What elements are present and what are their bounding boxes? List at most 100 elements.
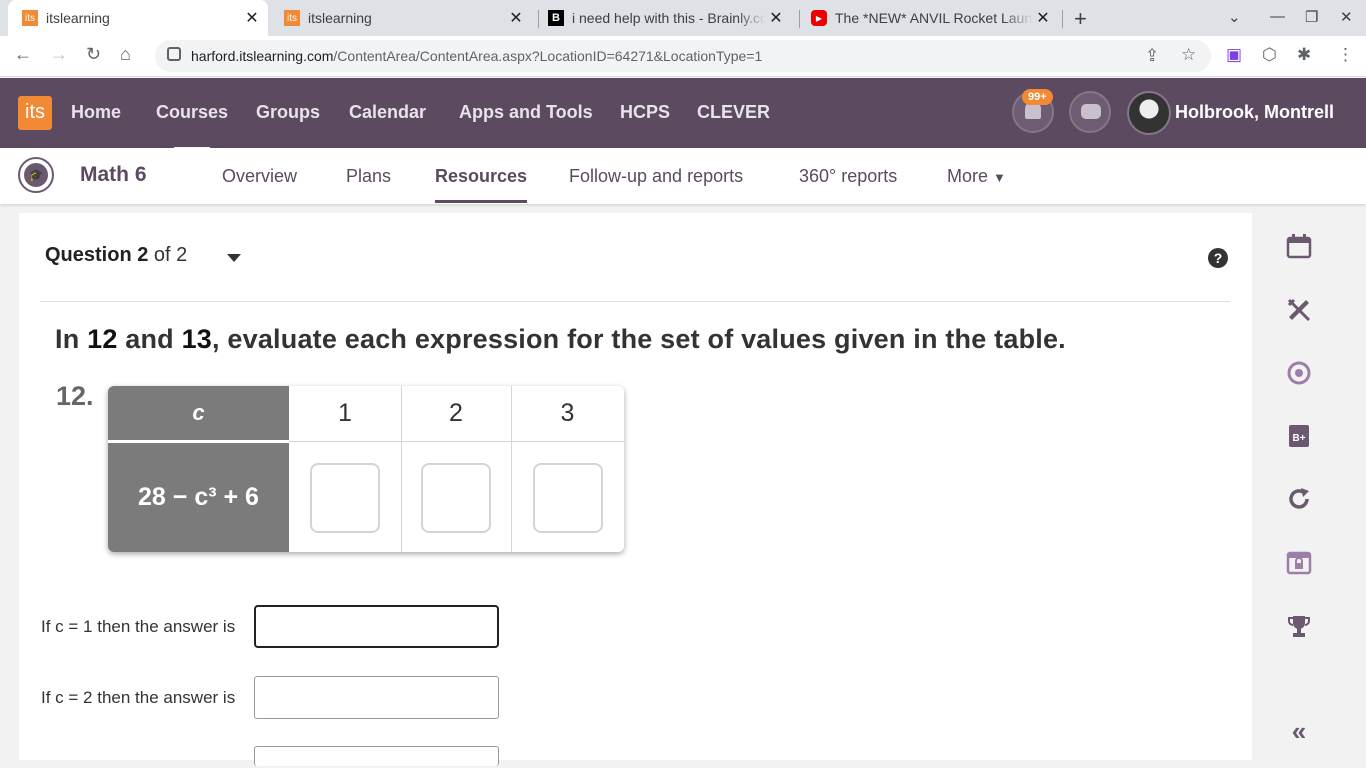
value-cell: 1 — [338, 398, 352, 427]
nav-apps-and-tools[interactable]: Apps and Tools — [459, 102, 593, 123]
tab-360-reports[interactable]: 360° reports — [799, 166, 897, 187]
address-bar[interactable]: harford.itslearning.com/ContentArea/Cont… — [155, 40, 1211, 72]
reload-icon[interactable]: ↻ — [86, 44, 101, 65]
nav-calendar[interactable]: Calendar — [349, 102, 426, 123]
question-of-total: of 2 — [153, 244, 188, 266]
grid-line — [511, 386, 512, 552]
tab-resources[interactable]: Resources — [435, 166, 528, 203]
blank-box — [421, 462, 491, 533]
close-window-icon[interactable]: ✕ — [1340, 8, 1353, 26]
grade-book-icon[interactable]: B+ — [1286, 423, 1312, 449]
chat-bubble-icon — [1081, 104, 1101, 119]
tab-follow-up-and-reports[interactable]: Follow-up and reports — [569, 166, 743, 187]
url-text: harford.itslearning.com/ContentArea/Cont… — [191, 48, 763, 64]
item-number: 12. — [56, 381, 94, 411]
share-icon[interactable]: ⇪ — [1145, 46, 1159, 66]
tools-icon[interactable] — [1286, 297, 1312, 323]
blank-box — [532, 462, 603, 533]
browser-tab-brainly[interactable]: B i need help with this - Brainly.com ✕ — [540, 0, 792, 36]
course-icon[interactable]: 🎓 — [18, 157, 54, 193]
question-instruction: In 12 and 13, evaluate each expression f… — [55, 324, 1066, 354]
answer-input-c2[interactable] — [254, 676, 499, 719]
course-bar: 🎓 Math 6 Overview Plans Resources Follow… — [0, 148, 1366, 204]
user-name[interactable]: Holbrook, Montrell — [1175, 102, 1334, 123]
collapse-icon[interactable]: « — [1286, 716, 1312, 746]
tab-title: i need help with this - Brainly.com — [572, 10, 766, 26]
right-rail: B+ « — [1262, 213, 1366, 760]
browser-tabstrip: its itslearning ✕ its itslearning ✕ B i … — [0, 0, 1366, 36]
svg-text:B+: B+ — [1292, 433, 1305, 444]
expression-cell: 28 − c³ + 6 — [108, 443, 289, 552]
answer-input-c3-partial[interactable] — [254, 746, 499, 766]
divider — [40, 301, 1230, 302]
help-icon[interactable]: ? — [1208, 248, 1228, 268]
question-dropdown-icon[interactable] — [227, 254, 241, 262]
locked-page-icon[interactable] — [1286, 550, 1312, 576]
close-tab-icon[interactable]: ✕ — [1033, 8, 1053, 28]
forward-icon[interactable]: → — [50, 44, 68, 65]
new-tab-icon[interactable]: + — [1074, 6, 1087, 32]
tab-separator — [1062, 10, 1063, 28]
browser-tab-youtube[interactable]: ▶ The *NEW* ANVIL Rocket Launcher ✕ — [803, 0, 1059, 36]
nav-groups[interactable]: Groups — [256, 102, 320, 123]
brainly-favicon-icon: B — [548, 10, 564, 26]
calendar-icon[interactable] — [1286, 233, 1312, 259]
close-tab-icon[interactable]: ✕ — [766, 8, 786, 28]
its-logo[interactable]: its — [18, 96, 52, 130]
tab-separator — [538, 10, 539, 28]
grid-line — [401, 386, 402, 552]
grid-line — [289, 441, 624, 442]
target-icon[interactable] — [1286, 360, 1312, 386]
browser-toolbar: ← → ↻ ⌂ harford.itslearning.com/ContentA… — [0, 36, 1366, 77]
site-info-icon[interactable] — [167, 47, 181, 61]
extension-shield-icon[interactable]: ⬡ — [1262, 45, 1277, 65]
nav-clever[interactable]: CLEVER — [697, 102, 770, 123]
answer-prompt-2: If c = 2 then the answer is — [41, 688, 236, 707]
browser-menu-icon[interactable]: ⋮ — [1337, 45, 1354, 65]
tab-more[interactable]: More ▼ — [947, 166, 1006, 187]
nav-home[interactable]: Home — [71, 102, 121, 123]
youtube-favicon-icon: ▶ — [811, 10, 827, 26]
bookmark-star-icon[interactable]: ☆ — [1181, 45, 1196, 65]
back-icon[interactable]: ← — [14, 44, 32, 65]
tab-overview[interactable]: Overview — [222, 166, 297, 187]
minimize-icon[interactable]: — — [1270, 8, 1285, 25]
answer-prompt-1: If c = 1 then the answer is — [41, 617, 236, 636]
close-tab-icon[interactable]: ✕ — [242, 8, 262, 28]
variable-header: c — [108, 386, 289, 440]
tab-title: itslearning — [46, 10, 110, 26]
question-number: 2 — [137, 244, 149, 266]
its-favicon-icon: its — [22, 10, 38, 26]
tab-more-label: More — [947, 166, 989, 186]
nav-hcps[interactable]: HCPS — [620, 102, 670, 123]
tab-title: The *NEW* ANVIL Rocket Launcher — [835, 10, 1033, 26]
value-cell: 3 — [560, 398, 575, 427]
answer-input-c1[interactable] — [254, 605, 499, 648]
trophy-icon[interactable] — [1286, 613, 1312, 639]
notifications-badge: 99+ — [1022, 89, 1053, 105]
avatar[interactable] — [1127, 91, 1171, 135]
home-icon[interactable]: ⌂ — [120, 44, 131, 65]
tab-plans[interactable]: Plans — [346, 166, 391, 187]
extension-rewordify-icon[interactable]: ▣ — [1226, 45, 1242, 65]
tab-search-icon[interactable]: ⌄ — [1228, 8, 1241, 26]
nav-courses[interactable]: Courses — [156, 102, 228, 150]
blank-box — [310, 462, 380, 533]
browser-tab-itslearning-2[interactable]: its itslearning ✕ — [276, 0, 532, 36]
close-tab-icon[interactable]: ✕ — [506, 8, 526, 28]
question-label: Question — [45, 244, 132, 266]
course-title[interactable]: Math 6 — [80, 163, 147, 187]
answer-cell — [289, 443, 401, 552]
extensions-puzzle-icon[interactable]: ✱ — [1297, 45, 1311, 65]
tab-separator — [799, 10, 800, 28]
answer-cell — [511, 443, 624, 552]
browser-tab-itslearning-1[interactable]: its itslearning ✕ — [8, 0, 268, 36]
answer-cell — [401, 443, 511, 552]
value-cell: 2 — [449, 398, 463, 427]
refresh-icon[interactable] — [1286, 486, 1312, 512]
graduation-cap-icon: 🎓 — [24, 163, 48, 187]
restore-icon[interactable]: ❐ — [1305, 8, 1318, 26]
question-selector[interactable]: Question 2 of 2 — [45, 244, 187, 267]
evaluation-table: c 1 2 3 28 − c³ + 6 — [108, 386, 624, 552]
messages-button[interactable] — [1069, 91, 1111, 133]
